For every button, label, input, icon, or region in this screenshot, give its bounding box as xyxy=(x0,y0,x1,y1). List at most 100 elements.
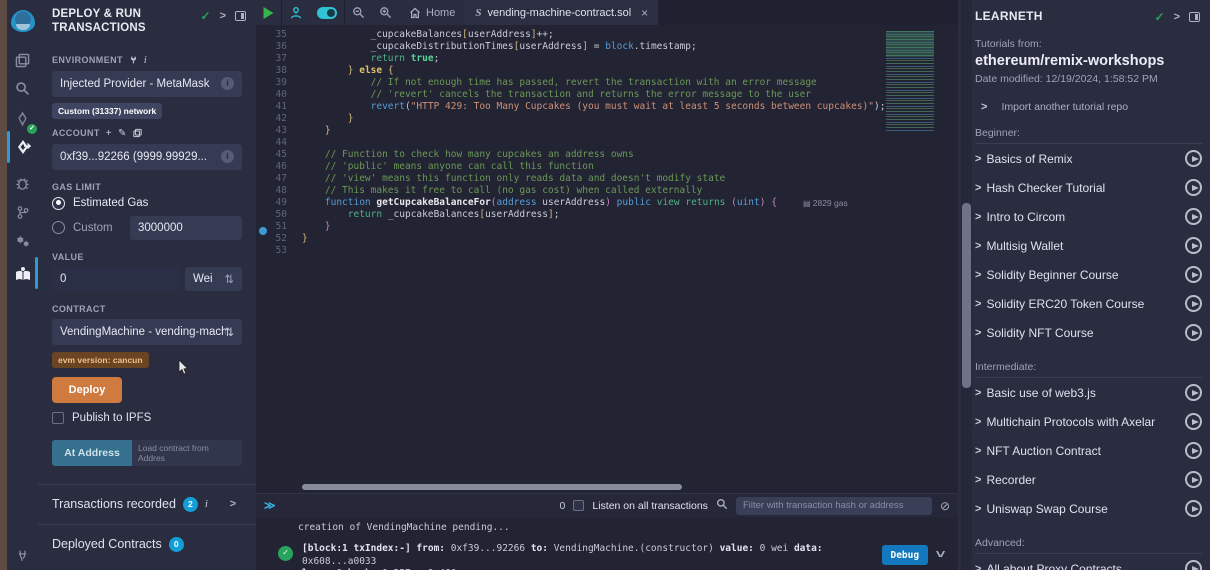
copy-account-icon[interactable] xyxy=(133,128,142,138)
transactions-expand-icon[interactable]: > xyxy=(230,498,242,510)
transactions-recorded-row[interactable]: Transactions recorded 2 i > xyxy=(38,484,256,524)
code-line[interactable]: 39 // If not enough time has passed, rev… xyxy=(256,77,958,89)
tutorial-item[interactable]: >NFT Auction Contract xyxy=(975,436,1202,465)
play-tutorial-icon[interactable] xyxy=(1185,266,1202,283)
zoom-in-icon[interactable] xyxy=(372,0,399,25)
value-unit-select[interactable]: Wei⇅ xyxy=(185,267,242,291)
code-line[interactable]: 36 _cupcakeDistributionTimes[userAddress… xyxy=(256,41,958,53)
unit-stepper-icon[interactable]: ⇅ xyxy=(224,272,234,286)
deploy-run-icon[interactable] xyxy=(7,132,38,162)
terminal-search-icon[interactable] xyxy=(716,497,728,515)
file-explorer-icon[interactable] xyxy=(7,45,38,75)
code-line[interactable]: 50 return _cupcakeBalances[userAddress]; xyxy=(256,209,958,221)
play-tutorial-icon[interactable] xyxy=(1185,384,1202,401)
deployed-contracts-row[interactable]: Deployed Contracts 0 xyxy=(38,524,256,564)
code-line[interactable]: 47 // 'view' means this function only re… xyxy=(256,173,958,185)
settings-icon[interactable] xyxy=(7,226,38,256)
code-line[interactable]: 45 // Function to check how many cupcake… xyxy=(256,149,958,161)
add-account-icon[interactable]: + xyxy=(106,128,112,139)
tutorial-item[interactable]: >Solidity NFT Course xyxy=(975,318,1202,347)
debug-button[interactable]: Debug xyxy=(882,545,928,565)
code-line[interactable]: 38 } else { xyxy=(256,65,958,77)
tutorial-item[interactable]: >Intro to Circom xyxy=(975,202,1202,231)
tx-expand-icon[interactable]: ˅ xyxy=(935,547,945,562)
learneth-icon[interactable] xyxy=(7,258,38,288)
code-line[interactable]: 37 return true; xyxy=(256,53,958,65)
custom-gas-input[interactable]: 3000000 xyxy=(130,216,242,240)
code-line[interactable]: 49 function getCupcakeBalanceFor(address… xyxy=(256,197,958,209)
tutorial-item[interactable]: >Hash Checker Tutorial xyxy=(975,173,1202,202)
plug-icon[interactable] xyxy=(129,55,138,65)
solidity-compiler-icon[interactable]: ✓ xyxy=(7,104,38,134)
value-input[interactable]: 0 xyxy=(52,267,180,291)
horizontal-scrollbar[interactable] xyxy=(302,484,682,490)
code-editor[interactable]: 35 _cupcakeBalances[userAddress]++;36 _c… xyxy=(256,25,958,493)
play-tutorial-icon[interactable] xyxy=(1185,237,1202,254)
play-tutorial-icon[interactable] xyxy=(1185,560,1202,570)
panel-pin-icon[interactable] xyxy=(235,11,246,21)
tab-vending-machine-contract[interactable]: S vending-machine-contract.sol × xyxy=(465,0,658,25)
transaction-entry[interactable]: ✓ [block:1 txIndex:-] from: 0xf39...9226… xyxy=(278,543,958,570)
tutorial-item[interactable]: >All about Proxy Contracts xyxy=(975,554,1202,570)
tutorial-item[interactable]: >Solidity ERC20 Token Course xyxy=(975,289,1202,318)
environment-detail-icon[interactable]: i xyxy=(221,77,234,90)
play-tutorial-icon[interactable] xyxy=(1185,208,1202,225)
code-line[interactable]: 48 // This makes it free to call (no gas… xyxy=(256,185,958,197)
play-tutorial-icon[interactable] xyxy=(1185,471,1202,488)
terminal-collapse-icon[interactable]: ≫ xyxy=(264,499,276,512)
search-icon[interactable] xyxy=(7,73,38,103)
code-line[interactable]: 51 } xyxy=(256,221,958,233)
listen-all-transactions-checkbox[interactable] xyxy=(573,500,584,511)
ai-copilot-toggle[interactable] xyxy=(310,0,344,25)
editor-gutter-dot[interactable] xyxy=(259,227,267,235)
close-tab-icon[interactable]: × xyxy=(641,6,648,20)
play-tutorial-icon[interactable] xyxy=(1185,442,1202,459)
tutorial-item[interactable]: >Multichain Protocols with Axelar xyxy=(975,407,1202,436)
code-line[interactable]: 44 xyxy=(256,137,958,149)
tutorial-item[interactable]: >Solidity Beginner Course xyxy=(975,260,1202,289)
account-select[interactable]: 0xf39...92266 (9999.99929... i xyxy=(52,144,242,170)
run-script-play-button[interactable] xyxy=(256,0,281,25)
code-line[interactable]: 53 xyxy=(256,245,958,257)
learneth-scrollbar[interactable] xyxy=(961,0,972,570)
remix-ai-assistant-icon[interactable] xyxy=(282,0,310,25)
at-address-button[interactable]: At Address xyxy=(52,440,132,466)
remix-logo[interactable] xyxy=(7,6,38,36)
play-tutorial-icon[interactable] xyxy=(1185,179,1202,196)
import-tutorial-repo[interactable]: > Import another tutorial repo xyxy=(981,101,1202,113)
code-line[interactable]: 52} xyxy=(256,233,958,245)
custom-gas-radio[interactable] xyxy=(52,221,65,234)
tutorial-item[interactable]: >Basic use of web3.js xyxy=(975,378,1202,407)
tutorial-item[interactable]: >Recorder xyxy=(975,465,1202,494)
learneth-pin-icon[interactable] xyxy=(1189,12,1200,22)
learneth-collapse-icon[interactable]: > xyxy=(1174,11,1180,23)
code-line[interactable]: 40 // 'revert' cancels the transaction a… xyxy=(256,89,958,101)
at-address-input[interactable]: Load contract from Addres xyxy=(132,440,242,466)
tutorial-item[interactable]: >Uniswap Swap Course xyxy=(975,494,1202,523)
play-tutorial-icon[interactable] xyxy=(1185,500,1202,517)
play-tutorial-icon[interactable] xyxy=(1185,324,1202,341)
tutorial-item[interactable]: >Multisig Wallet xyxy=(975,231,1202,260)
code-line[interactable]: 35 _cupcakeBalances[userAddress]++; xyxy=(256,29,958,41)
clear-console-icon[interactable]: ⊘ xyxy=(940,499,950,513)
account-detail-icon[interactable]: i xyxy=(221,150,234,163)
contract-select[interactable]: VendingMachine - vending-machin ⇅ xyxy=(52,319,242,345)
home-tab[interactable]: Home xyxy=(399,7,465,19)
scrollbar-thumb[interactable] xyxy=(962,203,971,388)
deploy-button[interactable]: Deploy xyxy=(52,377,122,403)
panel-collapse-icon[interactable]: > xyxy=(220,10,226,22)
debugger-icon[interactable] xyxy=(7,168,38,198)
code-line[interactable]: 43 } xyxy=(256,125,958,137)
transactions-info-icon[interactable]: i xyxy=(205,498,208,510)
publish-ipfs-checkbox[interactable] xyxy=(52,412,64,424)
play-tutorial-icon[interactable] xyxy=(1185,413,1202,430)
play-tutorial-icon[interactable] xyxy=(1185,150,1202,167)
code-line[interactable]: 42 } xyxy=(256,113,958,125)
terminal-filter-input[interactable]: Filter with transaction hash or address xyxy=(736,497,932,515)
tutorial-item[interactable]: >Basics of Remix xyxy=(975,144,1202,173)
environment-info-icon[interactable]: i xyxy=(144,55,147,66)
code-line[interactable]: 46 // 'public' means anyone can call thi… xyxy=(256,161,958,173)
sign-message-icon[interactable]: ✎ xyxy=(118,128,127,139)
plugin-manager-plug-icon[interactable] xyxy=(7,540,38,570)
code-line[interactable]: 41 revert("HTTP 429: Too Many Cupcakes (… xyxy=(256,101,958,113)
